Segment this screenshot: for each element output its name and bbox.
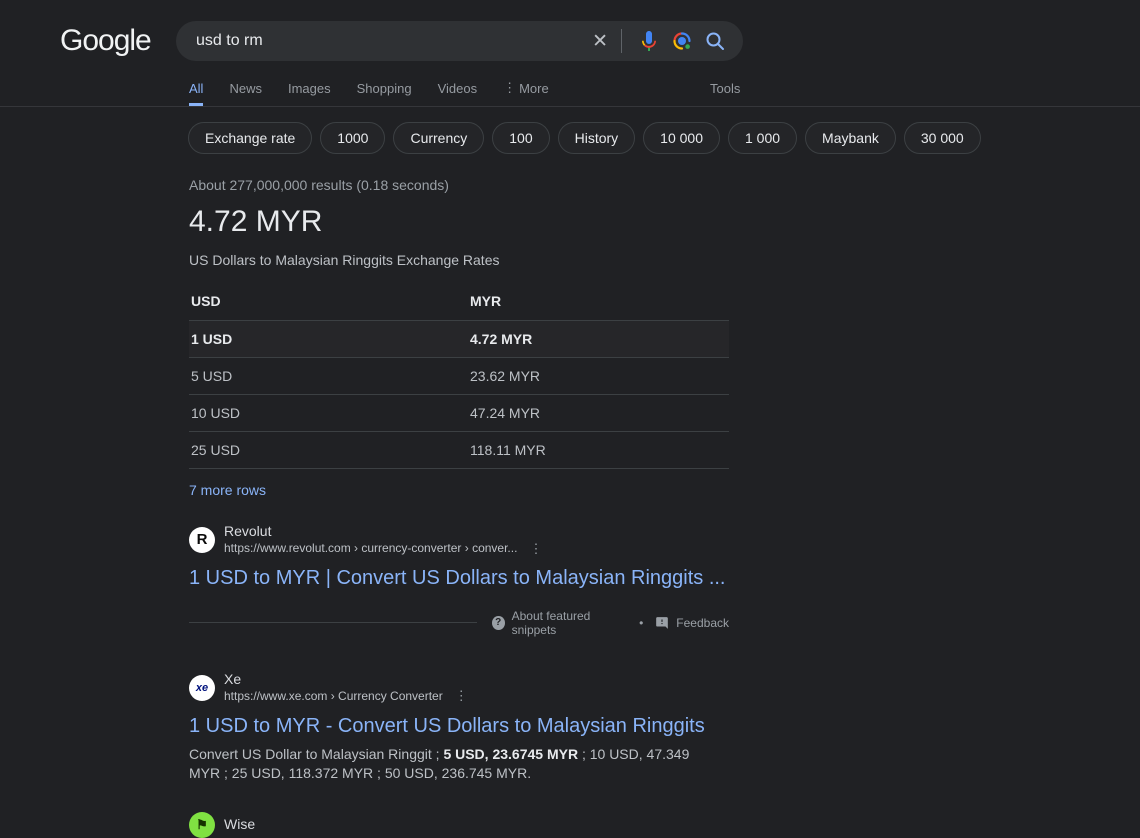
table-header-row: USD MYR [189, 287, 729, 321]
feedback-icon[interactable] [655, 616, 669, 630]
site-name: Revolut [224, 523, 542, 541]
table-row: 1 USD 4.72 MYR [189, 321, 729, 358]
site-name: Wise [224, 816, 255, 834]
google-logo[interactable]: Google [60, 24, 151, 58]
chip-maybank[interactable]: Maybank [805, 122, 896, 154]
searchbar-divider [621, 29, 622, 53]
dot-separator: • [639, 616, 643, 630]
search-icon[interactable] [694, 29, 727, 53]
revolut-favicon-icon: R [189, 527, 215, 553]
xe-favicon-icon: xe [189, 675, 215, 701]
search-result-xe: xe Xe https://www.xe.com › Currency Conv… [189, 671, 729, 783]
column-header-myr: MYR [468, 287, 729, 321]
search-result-wise: ⚑ Wise [189, 812, 729, 838]
chip-1000[interactable]: 1000 [320, 122, 385, 154]
wise-favicon-icon: ⚑ [189, 812, 215, 838]
results-column: About 277,000,000 results (0.18 seconds)… [189, 177, 729, 838]
column-header-usd: USD [189, 287, 468, 321]
search-result-revolut: R Revolut https://www.revolut.com › curr… [189, 523, 729, 590]
result-type-tabs: All News Images Shopping Videos ⋮ More [189, 80, 549, 106]
result-menu-icon[interactable]: ⋮ [455, 688, 468, 704]
chip-30000[interactable]: 30 000 [904, 122, 981, 154]
footer-divider [189, 622, 477, 623]
chip-100[interactable]: 100 [492, 122, 549, 154]
table-row: 5 USD 23.62 MYR [189, 358, 729, 395]
site-url: https://www.xe.com › Currency Converter [224, 689, 443, 704]
exchange-rate-table: USD MYR 1 USD 4.72 MYR 5 USD 23.62 MYR 1… [189, 287, 729, 469]
result-stats: About 277,000,000 results (0.18 seconds) [189, 177, 729, 193]
clear-icon[interactable]: ✕ [586, 30, 621, 53]
result-menu-icon[interactable]: ⋮ [529, 541, 542, 557]
result-snippet: Convert US Dollar to Malaysian Ringgit ;… [189, 745, 695, 783]
suggestion-chips: Exchange rate 1000 Currency 100 History … [188, 122, 1140, 154]
microphone-icon[interactable] [628, 29, 661, 53]
site-url: https://www.revolut.com › currency-conve… [224, 541, 517, 556]
chip-1-000[interactable]: 1 000 [728, 122, 797, 154]
tools-button[interactable]: Tools [710, 81, 740, 96]
featured-snippet-footer: ? About featured snippets • Feedback [189, 609, 729, 637]
chip-currency[interactable]: Currency [393, 122, 484, 154]
tab-all[interactable]: All [189, 81, 203, 106]
tab-videos[interactable]: Videos [438, 81, 478, 106]
more-rows-link[interactable]: 7 more rows [189, 482, 266, 498]
more-vertical-icon: ⋮ [503, 80, 516, 96]
feedback-link[interactable]: Feedback [676, 616, 729, 630]
about-featured-snippets-link[interactable]: About featured snippets [512, 609, 627, 637]
exchange-rate-answer: 4.72 MYR [189, 205, 729, 239]
tab-more[interactable]: ⋮ More [503, 80, 549, 106]
tab-news[interactable]: News [229, 81, 262, 106]
result-source-link[interactable]: xe Xe https://www.xe.com › Currency Conv… [189, 671, 729, 705]
help-icon[interactable]: ? [492, 616, 505, 630]
search-bar[interactable]: ✕ [176, 21, 743, 61]
exchange-rate-subtitle: US Dollars to Malaysian Ringgits Exchang… [189, 252, 729, 268]
chip-10000[interactable]: 10 000 [643, 122, 720, 154]
chip-exchange-rate[interactable]: Exchange rate [188, 122, 312, 154]
result-title-link[interactable]: 1 USD to MYR - Convert US Dollars to Mal… [189, 715, 729, 738]
chip-history[interactable]: History [558, 122, 636, 154]
tab-images[interactable]: Images [288, 81, 331, 106]
table-row: 25 USD 118.11 MYR [189, 432, 729, 469]
search-header: Google ✕ [0, 0, 1140, 107]
result-source-link[interactable]: R Revolut https://www.revolut.com › curr… [189, 523, 729, 557]
result-title-link[interactable]: 1 USD to MYR | Convert US Dollars to Mal… [189, 567, 729, 590]
table-row: 10 USD 47.24 MYR [189, 395, 729, 432]
google-lens-icon[interactable] [661, 29, 694, 53]
site-name: Xe [224, 671, 468, 689]
result-source-link[interactable]: ⚑ Wise [189, 812, 729, 838]
tab-shopping[interactable]: Shopping [357, 81, 412, 106]
search-input[interactable] [196, 32, 586, 50]
